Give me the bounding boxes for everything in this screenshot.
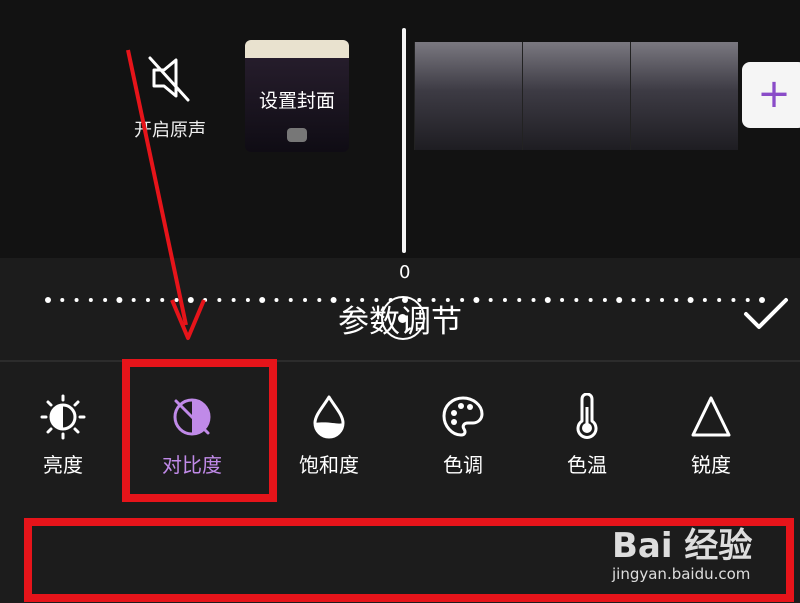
baidu-watermark: Bai 经验 jingyan.baidu.com (612, 518, 800, 588)
watermark-brand: Bai 经验 (612, 526, 753, 566)
annotation-arrow (126, 49, 206, 340)
watermark-url: jingyan.baidu.com (612, 565, 751, 583)
